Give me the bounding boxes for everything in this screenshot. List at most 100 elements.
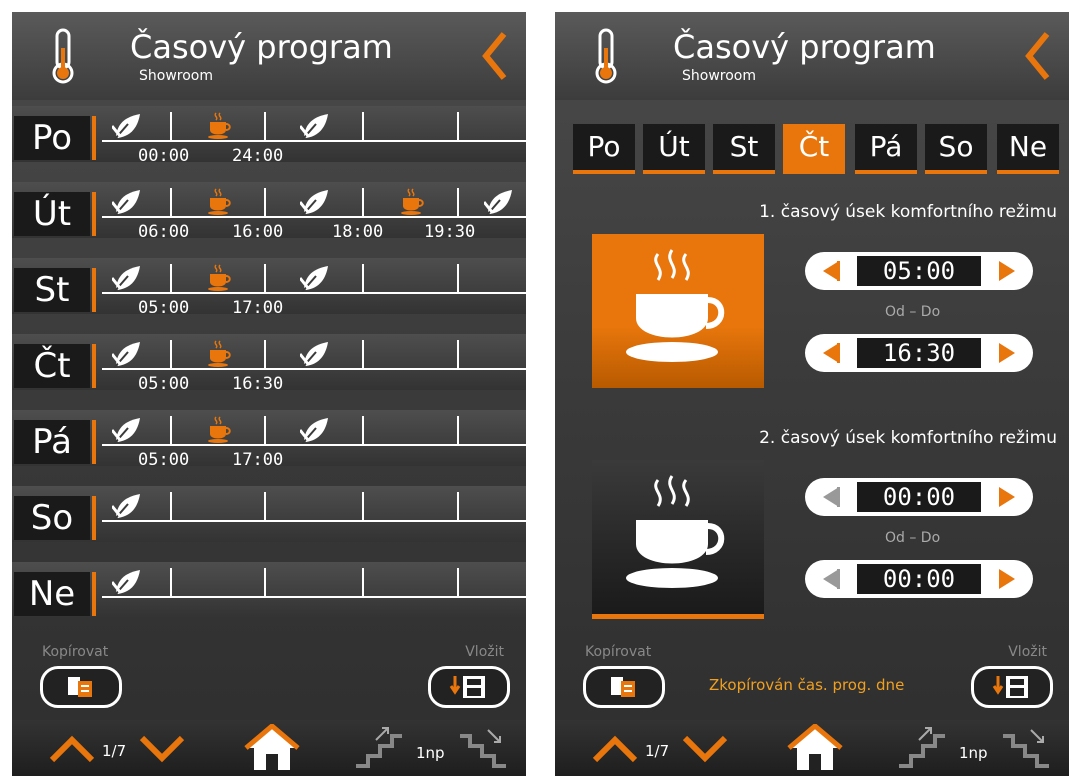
thermometer-icon	[52, 28, 74, 84]
page-indicator: 1/7	[645, 742, 670, 760]
leaf-icon	[112, 264, 142, 292]
schedule-row-ne: Ne	[12, 562, 526, 628]
from-to-label: Od – Do	[885, 530, 941, 546]
time-label: 06:00	[138, 222, 190, 242]
stairs-up-icon[interactable]	[897, 726, 947, 770]
copy-button[interactable]	[583, 666, 665, 708]
decrement-arrow-icon[interactable]	[819, 341, 843, 365]
leaf-icon	[112, 416, 142, 444]
tab-ne[interactable]: Ne	[997, 124, 1059, 174]
home-icon[interactable]	[787, 724, 843, 772]
time-from-spinner-1: 05:00	[805, 252, 1033, 290]
tab-st[interactable]: St	[713, 124, 775, 174]
leaf-icon	[112, 112, 142, 140]
increment-arrow-icon[interactable]	[995, 485, 1019, 509]
time-label: 18:00	[332, 222, 384, 242]
home-icon[interactable]	[244, 724, 300, 772]
stairs-down-icon[interactable]	[1001, 726, 1051, 770]
page-title: Časový program	[130, 28, 393, 66]
time-label: 16:00	[232, 222, 284, 242]
tab-so[interactable]: So	[925, 124, 987, 174]
floor-label: 1np	[959, 744, 988, 762]
comfort-mode-2-tile[interactable]	[592, 460, 764, 619]
day-button-ut[interactable]: Út	[14, 192, 96, 236]
day-button-ct[interactable]: Čt	[14, 344, 96, 388]
paste-button[interactable]	[971, 666, 1053, 708]
stairs-up-icon[interactable]	[354, 726, 404, 770]
leaf-icon	[300, 112, 330, 140]
page-title: Časový program	[673, 28, 936, 66]
back-chevron-icon[interactable]	[1023, 28, 1053, 84]
schedule-row-ct: Čt 05:00 16:30	[12, 334, 526, 400]
time-to-spinner-2: 00:00	[805, 560, 1033, 598]
leaf-icon	[112, 188, 142, 216]
time-to-value[interactable]: 00:00	[857, 564, 981, 594]
tab-po[interactable]: Po	[573, 124, 635, 174]
decrement-arrow-icon[interactable]	[819, 485, 843, 509]
time-label: 16:30	[232, 374, 284, 394]
chevron-up-icon[interactable]	[591, 734, 639, 764]
week-schedule-panel: Časový program Showroom Po 00:00 24:00 Ú…	[12, 12, 526, 776]
schedule-row-so: So	[12, 486, 526, 552]
floor-label: 1np	[416, 744, 445, 762]
time-label: 05:00	[138, 450, 190, 470]
footer: Kopírovat Vložit Zkopírován čas. prog. d…	[555, 632, 1069, 776]
day-button-so[interactable]: So	[14, 496, 96, 540]
time-from-value[interactable]: 00:00	[857, 482, 981, 512]
copy-label: Kopírovat	[585, 644, 652, 660]
decrement-arrow-icon[interactable]	[819, 567, 843, 591]
leaf-icon	[300, 188, 330, 216]
chevron-down-icon[interactable]	[681, 734, 729, 764]
page-subtitle: Showroom	[139, 68, 213, 84]
stairs-down-icon[interactable]	[458, 726, 508, 770]
paste-button[interactable]	[428, 666, 510, 708]
time-label: 05:00	[138, 298, 190, 318]
time-label: 00:00	[138, 146, 190, 166]
schedule-row-pa: Pá 05:00 17:00	[12, 410, 526, 476]
coffee-cup-icon	[207, 188, 231, 216]
coffee-cup-icon	[207, 416, 231, 444]
tab-ut[interactable]: Út	[643, 124, 705, 174]
section2-label: 2. časový úsek komfortního režimu	[759, 428, 1057, 448]
increment-arrow-icon[interactable]	[995, 259, 1019, 283]
copied-message: Zkopírován čas. prog. dne	[709, 676, 905, 694]
section1-label: 1. časový úsek komfortního režimu	[759, 202, 1057, 222]
chevron-up-icon[interactable]	[48, 734, 96, 764]
increment-arrow-icon[interactable]	[995, 567, 1019, 591]
coffee-cup-icon	[207, 340, 231, 368]
back-chevron-icon[interactable]	[480, 28, 510, 84]
leaf-icon	[112, 492, 142, 520]
coffee-cup-icon	[626, 249, 725, 362]
time-label: 05:00	[138, 374, 190, 394]
day-button-po[interactable]: Po	[14, 116, 96, 160]
paste-label: Vložit	[1008, 644, 1047, 660]
schedule-row-po: Po 00:00 24:00	[12, 106, 526, 172]
paste-icon	[992, 676, 1028, 698]
day-button-ne[interactable]: Ne	[14, 572, 96, 616]
time-to-value[interactable]: 16:30	[857, 338, 981, 368]
leaf-icon	[300, 416, 330, 444]
copy-button[interactable]	[40, 666, 122, 708]
time-label: 24:00	[232, 146, 284, 166]
copy-label: Kopírovat	[42, 644, 109, 660]
header: Časový program Showroom	[555, 12, 1069, 100]
coffee-cup-icon	[207, 264, 231, 292]
time-label: 19:30	[424, 222, 476, 242]
day-button-st[interactable]: St	[14, 268, 96, 312]
bottom-nav: 1/7 1np	[555, 720, 1069, 776]
decrement-arrow-icon[interactable]	[819, 259, 843, 283]
increment-arrow-icon[interactable]	[995, 341, 1019, 365]
paste-icon	[449, 676, 485, 698]
time-from-value[interactable]: 05:00	[857, 256, 981, 286]
tab-pa[interactable]: Pá	[855, 124, 917, 174]
time-label: 17:00	[232, 298, 284, 318]
chevron-down-icon[interactable]	[138, 734, 186, 764]
paste-label: Vložit	[465, 644, 504, 660]
day-tabs: Po Út St Čt Pá So Ne	[573, 124, 1069, 174]
coffee-cup-icon	[400, 188, 424, 216]
tab-ct[interactable]: Čt	[783, 124, 845, 174]
bottom-nav: 1/7 1np	[12, 720, 526, 776]
day-button-pa[interactable]: Pá	[14, 420, 96, 464]
page-subtitle: Showroom	[682, 68, 756, 84]
comfort-mode-1-tile[interactable]	[592, 234, 764, 388]
